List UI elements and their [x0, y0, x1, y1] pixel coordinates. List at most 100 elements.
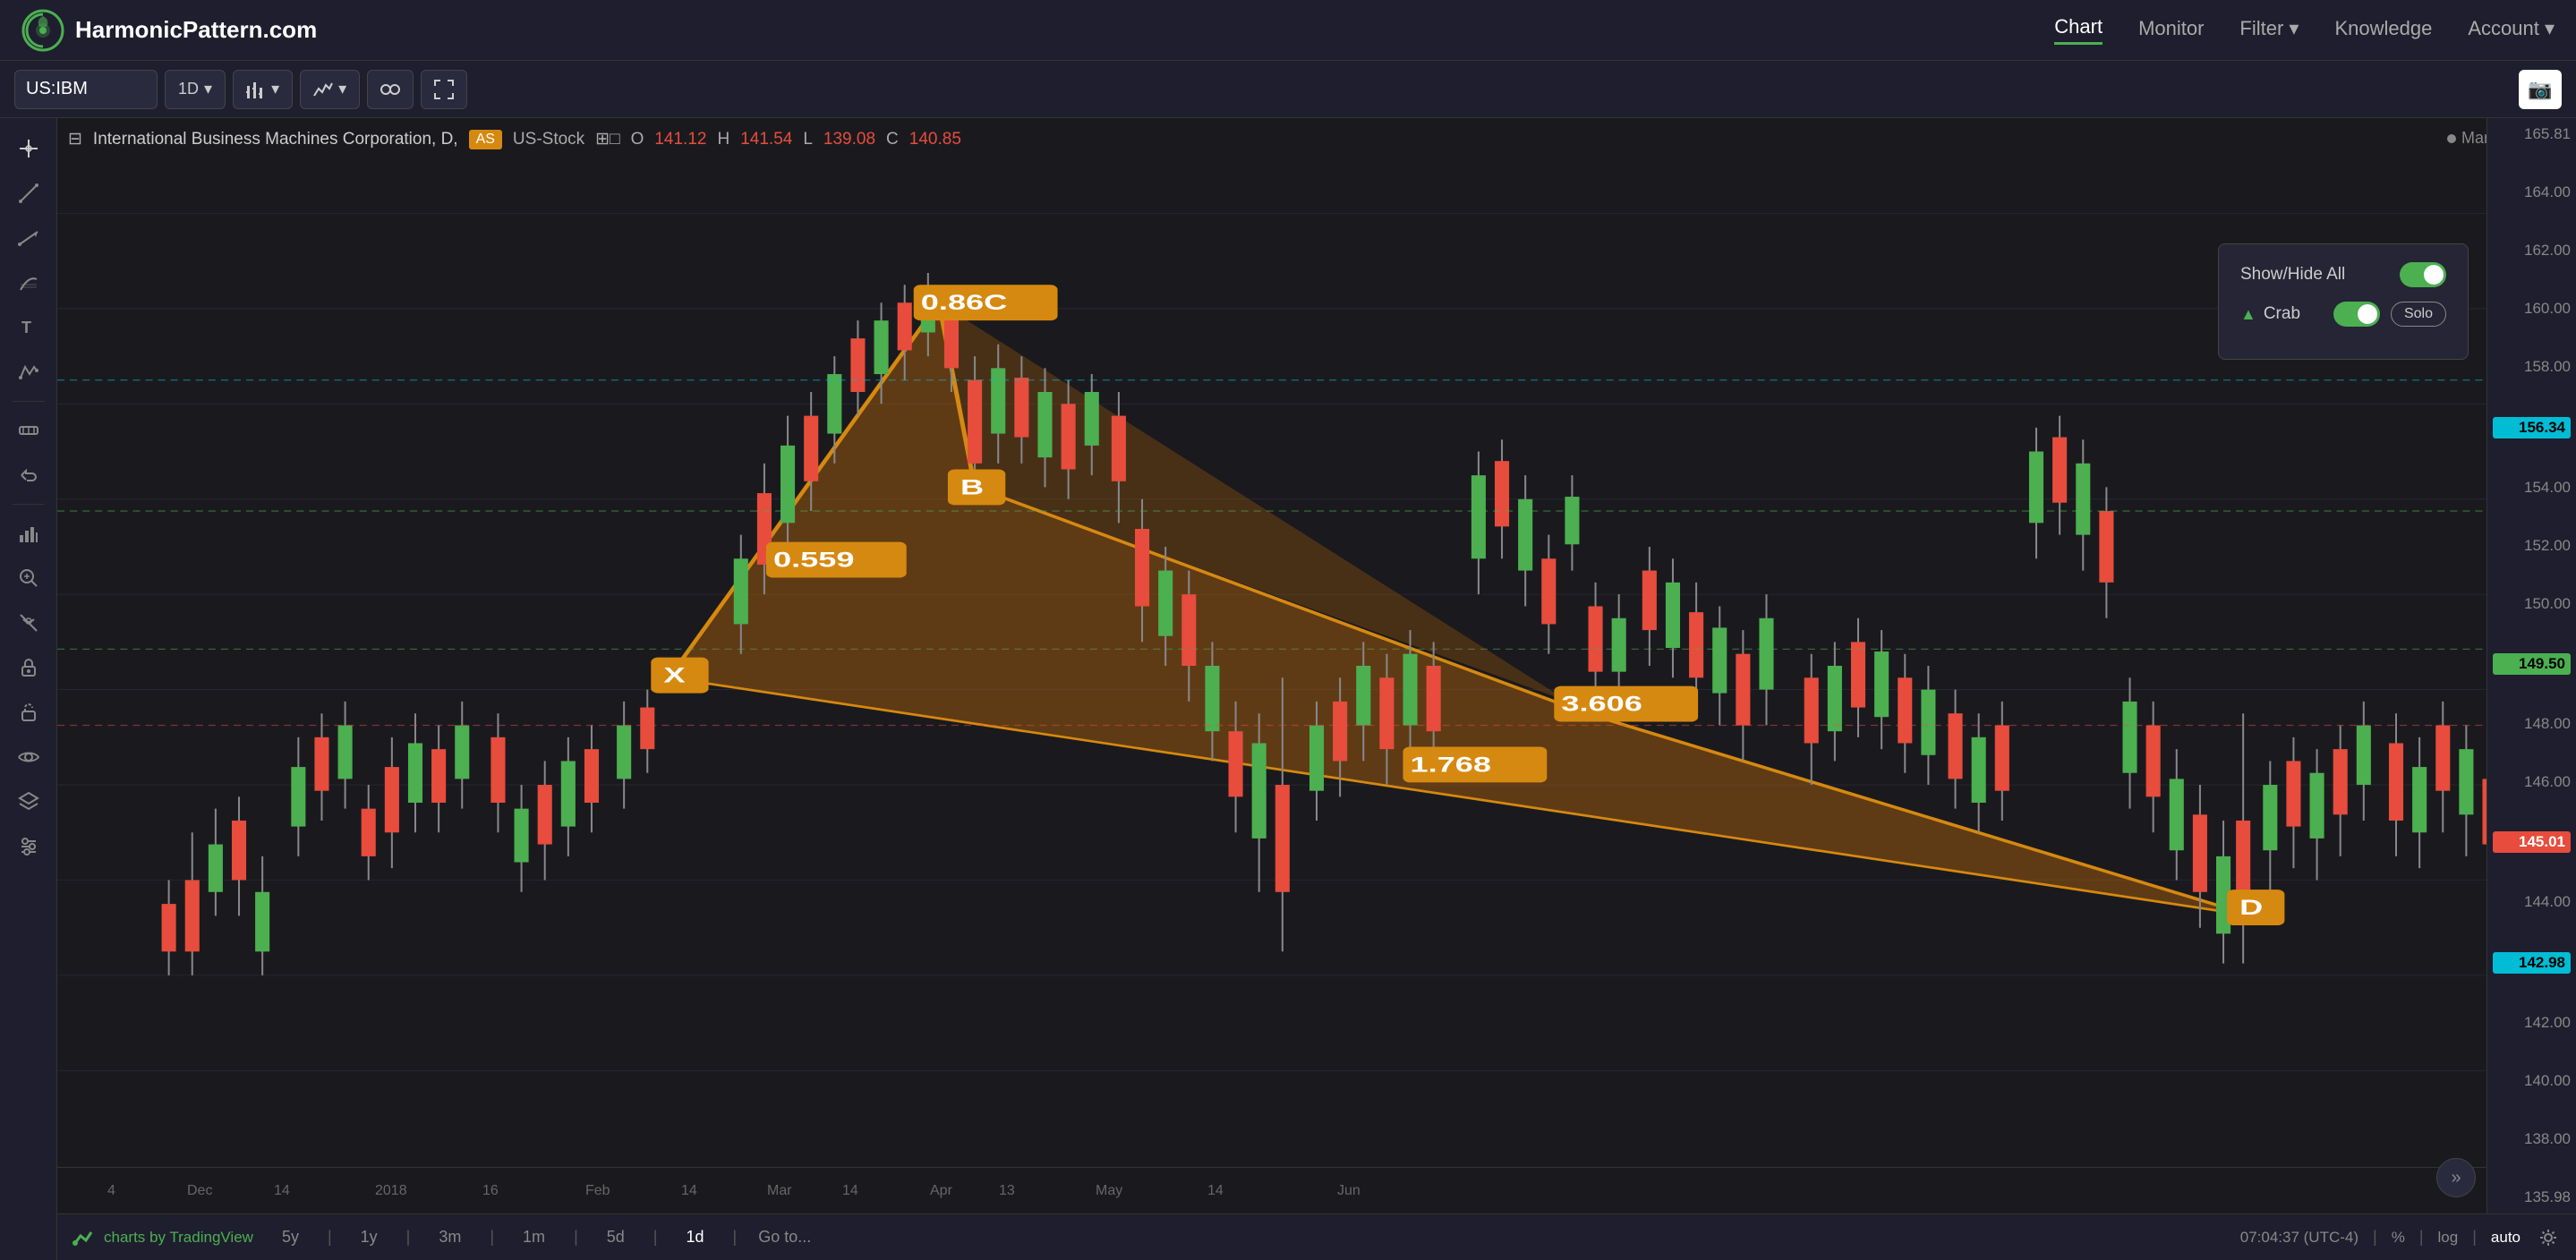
- nav-knowledge[interactable]: Knowledge: [2334, 17, 2432, 44]
- measure-tool[interactable]: [9, 411, 48, 450]
- lock-icon: [18, 657, 39, 678]
- time-label-feb: Feb: [585, 1183, 610, 1199]
- crab-toggle[interactable]: [2333, 302, 2380, 327]
- compare-btn[interactable]: [367, 70, 414, 109]
- gear-icon: [2538, 1228, 2558, 1247]
- crosshair-icon: [18, 138, 39, 159]
- chart-type-btn[interactable]: ▾: [233, 70, 293, 109]
- left-toolbar: T: [0, 118, 57, 1260]
- top-navigation: HarmonicPattern.com Chart Monitor Filter…: [0, 0, 2576, 61]
- svg-text:0.559: 0.559: [773, 548, 854, 572]
- pattern-tool[interactable]: [9, 353, 48, 392]
- screenshot-btn[interactable]: 📷: [2519, 70, 2562, 109]
- lock-tool[interactable]: [9, 648, 48, 687]
- interval-selector[interactable]: 1D ▾: [165, 70, 226, 109]
- nav-filter[interactable]: Filter ▾: [2239, 17, 2299, 44]
- line-tool[interactable]: [9, 174, 48, 213]
- chart-svg[interactable]: 0.86C B X 0.559 3.606 1.768 D: [57, 118, 2576, 1213]
- low-value: 139.08: [823, 130, 875, 149]
- chart-area[interactable]: ⊟ International Business Machines Corpor…: [57, 118, 2576, 1260]
- eye-icon: [18, 746, 39, 768]
- svg-text:B: B: [960, 475, 984, 499]
- bar-indicator-icon: [18, 523, 39, 544]
- high-value: 141.54: [740, 130, 792, 149]
- time-label-dec: Dec: [187, 1183, 212, 1199]
- expand-icon[interactable]: ⊟: [68, 129, 82, 149]
- goto-btn[interactable]: Go to...: [758, 1228, 811, 1247]
- time-label-14d: 14: [1207, 1183, 1224, 1199]
- hide-icon: [18, 612, 39, 634]
- fib-icon: [18, 272, 39, 294]
- time-label-13: 13: [999, 1183, 1015, 1199]
- ray-icon: [18, 227, 39, 249]
- time-label-14c: 14: [842, 1183, 858, 1199]
- text-tool[interactable]: T: [9, 308, 48, 347]
- price-138: 138.00: [2493, 1130, 2571, 1148]
- scale-auto[interactable]: auto: [2491, 1229, 2521, 1247]
- solo-button[interactable]: Solo: [2391, 302, 2446, 327]
- eye-tool[interactable]: [9, 737, 48, 777]
- close-label: C: [886, 130, 899, 149]
- period-5d[interactable]: 5d: [600, 1224, 632, 1250]
- indicator-overlay-tool[interactable]: [9, 514, 48, 553]
- nav-account[interactable]: Account ▾: [2468, 17, 2555, 44]
- period-1m[interactable]: 1m: [516, 1224, 552, 1250]
- time-axis: 4 Dec 14 2018 16 Feb 14 Mar 14 Apr 13 Ma…: [57, 1167, 2486, 1213]
- close-value: 140.85: [909, 130, 961, 149]
- price-154: 154.00: [2493, 479, 2571, 497]
- undo-icon: [18, 464, 39, 486]
- indicators-icon: [313, 80, 333, 99]
- crab-pattern-row: ▲ Crab Solo: [2240, 302, 2446, 327]
- crab-label: Crab: [2264, 304, 2300, 324]
- compare-icon: [380, 80, 400, 99]
- price-144: 144.00: [2493, 893, 2571, 911]
- fib-tool[interactable]: [9, 263, 48, 302]
- ticker-input[interactable]: [14, 70, 158, 109]
- stock-type-dropdown[interactable]: US-Stock: [513, 130, 584, 149]
- app-title: HarmonicPattern.com: [75, 16, 317, 44]
- chart-settings-btn[interactable]: [2535, 1224, 2562, 1251]
- price-150: 150.00: [2493, 595, 2571, 613]
- nav-chart[interactable]: Chart: [2054, 15, 2103, 45]
- nav-monitor[interactable]: Monitor: [2138, 17, 2204, 44]
- period-1d[interactable]: 1d: [678, 1224, 711, 1250]
- zoom-tool[interactable]: [9, 558, 48, 598]
- layers-tool[interactable]: [9, 782, 48, 822]
- price-140: 140.00: [2493, 1072, 2571, 1090]
- period-1y[interactable]: 1y: [354, 1224, 385, 1250]
- data-source-icons: ⊞□: [595, 129, 619, 149]
- back-tool[interactable]: [9, 455, 48, 495]
- settings-tool[interactable]: [9, 827, 48, 866]
- price-15634: 156.34: [2493, 417, 2571, 438]
- scroll-right-btn[interactable]: »: [2436, 1158, 2476, 1197]
- fullscreen-btn[interactable]: [421, 70, 467, 109]
- time-label-apr: Apr: [930, 1183, 952, 1199]
- visibility-tool[interactable]: [9, 603, 48, 643]
- measure-icon: [18, 420, 39, 441]
- bottom-bar: charts by TradingView 5y | 1y | 3m | 1m …: [57, 1213, 2576, 1260]
- pattern-icon: [18, 362, 39, 383]
- show-hide-row: Show/Hide All: [2240, 262, 2446, 287]
- time-label-14: 14: [274, 1183, 290, 1199]
- unlock-tool[interactable]: [9, 693, 48, 732]
- time-label-2018: 2018: [375, 1183, 407, 1199]
- tradingview-logo: charts by TradingView: [72, 1225, 253, 1250]
- time-label-14b: 14: [681, 1183, 697, 1199]
- scale-log[interactable]: log: [2438, 1229, 2459, 1247]
- show-hide-label: Show/Hide All: [2240, 265, 2345, 285]
- show-hide-toggle[interactable]: [2400, 262, 2446, 287]
- unlock-icon: [18, 702, 39, 723]
- ray-tool[interactable]: [9, 218, 48, 258]
- bar-chart-icon: [246, 80, 266, 99]
- crosshair-tool[interactable]: [9, 129, 48, 168]
- scale-percent[interactable]: %: [2392, 1229, 2405, 1247]
- svg-text:D: D: [2239, 896, 2263, 920]
- period-3m[interactable]: 3m: [431, 1224, 468, 1250]
- price-146: 146.00: [2493, 773, 2571, 791]
- fullscreen-icon: [434, 80, 454, 99]
- price-152: 152.00: [2493, 537, 2571, 555]
- period-5y[interactable]: 5y: [275, 1224, 306, 1250]
- svg-text:X: X: [663, 664, 686, 688]
- indicators-btn[interactable]: ▾: [300, 70, 360, 109]
- price-13598: 135.98: [2493, 1188, 2571, 1206]
